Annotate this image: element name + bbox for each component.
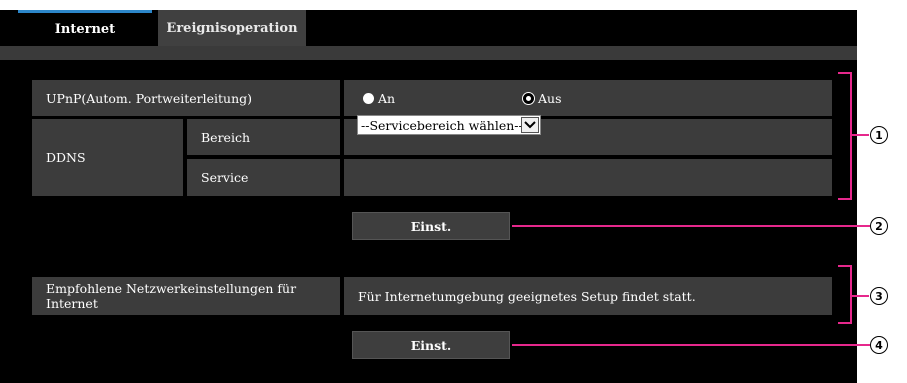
radio-unchecked-icon [363, 92, 374, 104]
callout-3: 3 [870, 287, 888, 305]
callout-1: 1 [870, 126, 888, 144]
ddns-service-value [344, 159, 832, 196]
upnp-options: An Aus [344, 80, 832, 116]
einst-button-2[interactable]: Einst. [352, 331, 510, 359]
annotation-line-4 [512, 344, 870, 346]
callout-2: 2 [870, 217, 888, 235]
tab-ereignisoperation[interactable]: Ereignisoperation [158, 10, 306, 46]
annotation-bracket-1 [838, 72, 852, 200]
servicebereich-select[interactable]: --Servicebereich wählen-- [357, 115, 541, 135]
upnp-label: UPnP(Autom. Portweiterleitung) [32, 80, 340, 116]
recommended-description: Für Internetumgebung geeignetes Setup fi… [344, 277, 832, 315]
ddns-label: DDNS [32, 119, 183, 196]
upnp-radio-on[interactable]: An [363, 80, 395, 116]
ddns-service-label: Service [187, 159, 340, 196]
annotation-bracket-3 [838, 265, 852, 324]
annotation-line-1 [852, 134, 869, 136]
chevron-down-icon [521, 117, 539, 133]
settings-panel: Internet Ereignisoperation [0, 10, 857, 383]
tab-strip [0, 46, 857, 60]
servicebereich-value: --Servicebereich wählen-- [361, 117, 521, 133]
callout-4: 4 [870, 336, 888, 354]
upnp-radio-off[interactable]: Aus [523, 80, 562, 116]
radio-checked-icon [523, 92, 534, 104]
upnp-off-label: Aus [538, 90, 562, 106]
upnp-on-label: An [378, 90, 396, 106]
tab-internet[interactable]: Internet [18, 10, 152, 46]
annotation-line-2 [512, 225, 870, 227]
recommended-label: Empfohlene Netzwerkeinstellungen für Int… [32, 277, 340, 315]
annotation-line-3 [852, 295, 869, 297]
einst-button-1[interactable]: Einst. [352, 212, 510, 240]
ddns-bereich-label: Bereich [187, 119, 340, 155]
